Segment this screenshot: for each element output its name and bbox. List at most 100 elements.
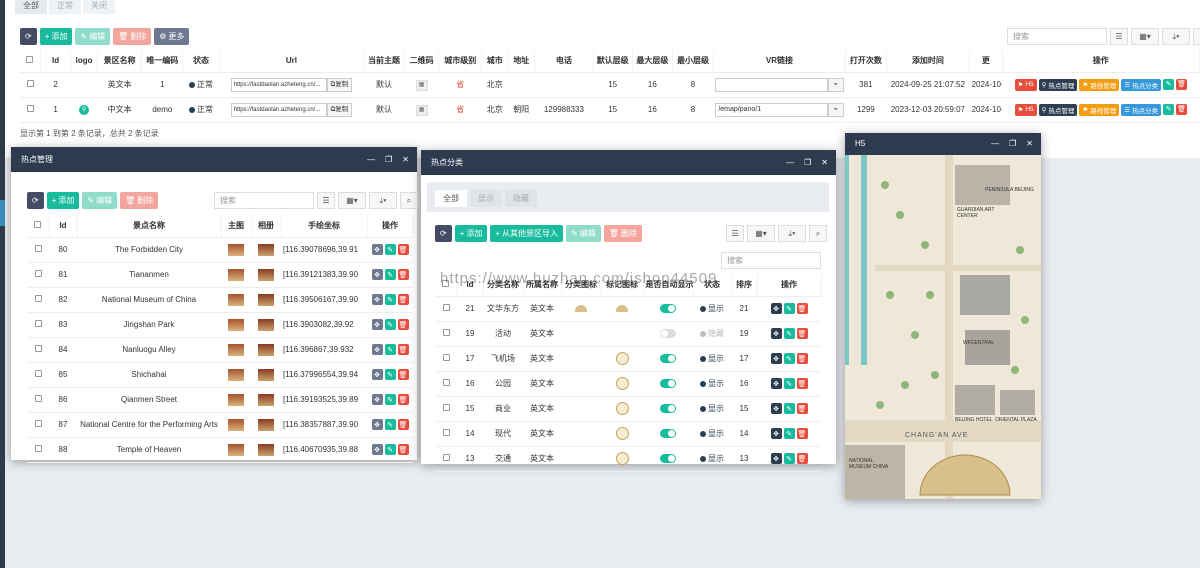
album-thumbnail[interactable] <box>258 318 274 331</box>
row-delete-button[interactable]: 🗑 <box>796 453 808 464</box>
copy-button[interactable]: ⧉复制 <box>326 77 353 92</box>
auto-show-toggle[interactable] <box>660 329 676 339</box>
tab-hide[interactable]: 隐藏 <box>505 190 537 207</box>
move-icon[interactable]: ✥ <box>770 378 782 389</box>
toggle-view-button[interactable]: ☰ <box>726 225 744 242</box>
album-thumbnail[interactable] <box>258 343 274 356</box>
move-icon[interactable]: ✥ <box>371 319 383 330</box>
minimize-icon[interactable]: — <box>991 133 999 155</box>
search-toggle-button[interactable]: ⌕ <box>1193 28 1200 45</box>
maximize-icon[interactable]: ❐ <box>1009 133 1016 155</box>
h5-button[interactable]: ⚑ H5 <box>1014 103 1037 116</box>
window-titlebar[interactable]: 热点管理 — ❐ ✕ <box>11 147 417 172</box>
row-edit-button[interactable]: ✎ <box>384 369 396 380</box>
row-checkbox[interactable] <box>442 304 450 311</box>
row-delete-button[interactable]: 🗑 <box>796 303 808 314</box>
h5-button[interactable]: ⚑ H5 <box>1014 78 1037 91</box>
map-view[interactable]: GUARDIAN ART CENTER PENINSULA BEIJING WF… <box>845 155 1041 499</box>
move-icon[interactable]: ✥ <box>770 428 782 439</box>
delete-button[interactable]: 🗑 删除 <box>113 28 152 45</box>
row-delete-button[interactable]: 🗑 <box>1176 103 1188 115</box>
search-toggle-button[interactable]: ⌕ <box>400 192 418 209</box>
row-edit-button[interactable]: ✎ <box>1163 78 1175 90</box>
search-input[interactable]: 搜索 <box>721 252 821 269</box>
close-icon[interactable]: ✕ <box>821 150 828 175</box>
row-edit-button[interactable]: ✎ <box>384 244 396 255</box>
qrcode-icon[interactable]: ▦ <box>415 79 428 91</box>
row-checkbox[interactable] <box>34 395 42 402</box>
toggle-view-button[interactable]: ☰ <box>1110 28 1128 45</box>
row-edit-button[interactable]: ✎ <box>783 353 795 364</box>
export-button[interactable]: ⤓▾ <box>369 192 397 209</box>
tab-show[interactable]: 显示 <box>470 190 502 207</box>
move-icon[interactable]: ✥ <box>371 344 383 355</box>
main-image-thumbnail[interactable] <box>228 318 244 331</box>
tab-closed[interactable]: 关闭 <box>83 0 115 14</box>
album-thumbnail[interactable] <box>258 443 274 456</box>
search-toggle-button[interactable]: ⌕ <box>809 225 827 242</box>
add-button[interactable]: + 添加 <box>46 192 80 209</box>
route-manage-button[interactable]: ⚑ 路线管理 <box>1079 78 1120 91</box>
album-thumbnail[interactable] <box>258 293 274 306</box>
main-image-thumbnail[interactable] <box>228 443 244 456</box>
maximize-icon[interactable]: ❐ <box>804 150 811 175</box>
row-edit-button[interactable]: ✎ <box>384 319 396 330</box>
columns-button[interactable]: ▦▾ <box>1131 28 1159 45</box>
auto-show-toggle[interactable] <box>660 404 676 414</box>
hotspot-manage-button[interactable]: ⚲ 热点管理 <box>1038 78 1078 91</box>
main-image-thumbnail[interactable] <box>228 268 244 281</box>
delete-button[interactable]: 🗑 删除 <box>603 225 642 242</box>
row-edit-button[interactable]: ✎ <box>783 378 795 389</box>
refresh-button[interactable]: ⟳ <box>27 192 44 209</box>
row-delete-button[interactable]: 🗑 <box>796 353 808 364</box>
move-icon[interactable]: ✥ <box>371 419 383 430</box>
row-edit-button[interactable]: ✎ <box>384 269 396 280</box>
toggle-view-button[interactable]: ☰ <box>317 192 335 209</box>
url-field[interactable]: https://fastdaolan.azheteng.cn/... <box>230 77 327 92</box>
row-delete-button[interactable]: 🗑 <box>397 394 409 405</box>
row-checkbox[interactable] <box>34 370 42 377</box>
row-delete-button[interactable]: 🗑 <box>796 378 808 389</box>
row-delete-button[interactable]: 🗑 <box>397 444 409 455</box>
row-delete-button[interactable]: 🗑 <box>397 319 409 330</box>
move-icon[interactable]: ✥ <box>770 353 782 364</box>
th-id[interactable]: Id <box>49 215 78 238</box>
row-delete-button[interactable]: 🗑 <box>397 244 409 255</box>
url-field[interactable]: https://fastdaolan.azheteng.cn/... <box>230 102 327 117</box>
link-icon[interactable]: ⌁ <box>827 77 844 92</box>
hotspot-category-button[interactable]: ☰ 热点分类 <box>1121 78 1162 91</box>
row-delete-button[interactable]: 🗑 <box>397 419 409 430</box>
delete-button[interactable]: 🗑 删除 <box>120 192 159 209</box>
row-edit-button[interactable]: ✎ <box>1163 103 1175 115</box>
th-id[interactable]: Id <box>40 50 72 73</box>
row-delete-button[interactable]: 🗑 <box>397 269 409 280</box>
row-delete-button[interactable]: 🗑 <box>796 403 808 414</box>
minimize-icon[interactable]: — <box>367 147 375 172</box>
row-edit-button[interactable]: ✎ <box>783 328 795 339</box>
row-delete-button[interactable]: 🗑 <box>397 369 409 380</box>
row-delete-button[interactable]: 🗑 <box>796 328 808 339</box>
window-titlebar[interactable]: H5 — ❐ ✕ <box>845 133 1041 155</box>
auto-show-toggle[interactable] <box>660 429 676 439</box>
row-edit-button[interactable]: ✎ <box>384 444 396 455</box>
row-checkbox[interactable] <box>34 420 42 427</box>
close-icon[interactable]: ✕ <box>1026 133 1033 155</box>
search-input[interactable]: 搜索 <box>214 192 314 209</box>
row-edit-button[interactable]: ✎ <box>384 419 396 430</box>
edit-button[interactable]: ✎ 编辑 <box>82 192 118 209</box>
row-edit-button[interactable]: ✎ <box>783 428 795 439</box>
main-image-thumbnail[interactable] <box>228 368 244 381</box>
search-input[interactable]: 搜索 <box>1007 28 1107 45</box>
move-icon[interactable]: ✥ <box>770 403 782 414</box>
move-icon[interactable]: ✥ <box>371 444 383 455</box>
row-checkbox[interactable] <box>34 270 42 277</box>
row-checkbox[interactable] <box>442 429 450 436</box>
row-checkbox[interactable] <box>26 105 34 112</box>
window-titlebar[interactable]: 热点分类 — ❐ ✕ <box>421 150 836 175</box>
album-thumbnail[interactable] <box>258 393 274 406</box>
main-image-thumbnail[interactable] <box>228 393 244 406</box>
row-checkbox[interactable] <box>34 445 42 452</box>
auto-show-toggle[interactable] <box>660 304 676 314</box>
row-checkbox[interactable] <box>442 329 450 336</box>
album-thumbnail[interactable] <box>258 268 274 281</box>
